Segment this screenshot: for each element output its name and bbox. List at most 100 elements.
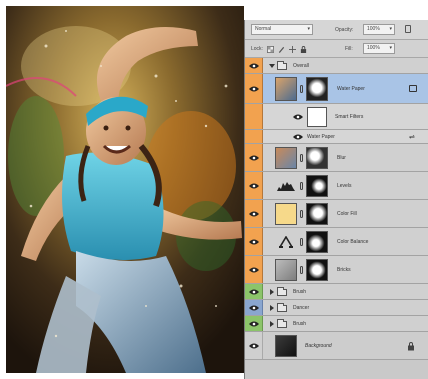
eye-icon bbox=[249, 305, 259, 311]
layer-row-dancer-group[interactable]: Dancer bbox=[245, 300, 428, 316]
visibility-toggle bbox=[245, 104, 263, 129]
layer-thumbnail bbox=[275, 147, 297, 169]
eye-icon[interactable] bbox=[293, 114, 303, 120]
layer-mask-thumbnail[interactable] bbox=[306, 203, 328, 225]
eye-icon bbox=[249, 343, 259, 349]
brush-lock-icon[interactable] bbox=[278, 46, 285, 53]
blend-mode-select[interactable]: Normal ▾ bbox=[251, 24, 313, 35]
chevron-down-icon: ▾ bbox=[307, 26, 310, 32]
folder-icon bbox=[277, 319, 287, 328]
layers-list: Overall Water Paper Smart Filters Water … bbox=[245, 58, 428, 360]
layer-row-water-paper[interactable]: Water Paper bbox=[245, 74, 428, 104]
fill-value: 100% bbox=[367, 45, 380, 51]
visibility-toggle[interactable] bbox=[245, 332, 263, 359]
layer-mask-thumbnail[interactable] bbox=[306, 231, 328, 253]
eye-icon[interactable] bbox=[293, 134, 303, 140]
layer-row-color-balance[interactable]: Color Balance bbox=[245, 228, 428, 256]
layer-name: Blur bbox=[337, 155, 346, 161]
layer-thumbnail bbox=[275, 77, 297, 101]
layers-panel: Normal ▾ Opacity: 100% ▾ Lock: Fill: 100 bbox=[244, 20, 428, 379]
eye-icon bbox=[249, 155, 259, 161]
layer-name: Bricks bbox=[337, 267, 351, 273]
eye-icon bbox=[249, 239, 259, 245]
visibility-toggle[interactable] bbox=[245, 316, 263, 331]
chain-link-icon[interactable] bbox=[300, 182, 303, 190]
expand-triangle-icon[interactable] bbox=[269, 64, 275, 68]
move-lock-icon[interactable] bbox=[289, 46, 296, 53]
layer-name: Dancer bbox=[293, 305, 310, 311]
chain-link-icon[interactable] bbox=[300, 210, 303, 218]
lock-label: Lock: bbox=[251, 46, 263, 52]
visibility-toggle[interactable] bbox=[245, 144, 263, 171]
eye-icon bbox=[249, 183, 259, 189]
folder-icon bbox=[277, 303, 287, 312]
document-canvas[interactable] bbox=[6, 6, 244, 373]
layer-name: Color Fill bbox=[337, 211, 357, 217]
levels-icon bbox=[277, 182, 295, 191]
layer-name: Overall bbox=[293, 63, 309, 69]
chain-link-icon[interactable] bbox=[300, 238, 303, 246]
eye-icon bbox=[249, 267, 259, 273]
transparency-lock-icon[interactable] bbox=[267, 46, 274, 53]
visibility-toggle[interactable] bbox=[245, 58, 263, 73]
fill-field[interactable]: 100% ▾ bbox=[363, 43, 395, 54]
eye-icon bbox=[249, 289, 259, 295]
panel-menu-icon[interactable] bbox=[405, 25, 411, 33]
visibility-toggle[interactable] bbox=[245, 74, 263, 103]
layer-thumbnail bbox=[275, 259, 297, 281]
layer-name: Levels bbox=[337, 183, 352, 189]
layer-name: Background bbox=[305, 343, 332, 349]
layer-row-brush-group[interactable]: Brush bbox=[245, 284, 428, 300]
layer-mask-thumbnail[interactable] bbox=[306, 147, 328, 169]
fill-label: Fill: bbox=[345, 46, 353, 52]
visibility-toggle[interactable] bbox=[245, 200, 263, 227]
layer-name: Color Balance bbox=[337, 239, 369, 245]
layer-name: Brush bbox=[293, 321, 307, 327]
layer-name: Brush bbox=[293, 289, 307, 295]
chain-link-icon[interactable] bbox=[300, 266, 303, 274]
layer-name: Water Paper bbox=[337, 86, 365, 92]
filter-options-icon[interactable]: ⇌ bbox=[409, 133, 415, 141]
layer-mask-thumbnail[interactable] bbox=[306, 259, 328, 281]
layer-mask-thumbnail[interactable] bbox=[306, 77, 328, 101]
opacity-value: 100% bbox=[367, 26, 380, 32]
layer-row-levels[interactable]: Levels bbox=[245, 172, 428, 200]
lock-fill-row: Lock: Fill: 100% ▾ bbox=[245, 40, 428, 58]
layer-mask-thumbnail[interactable] bbox=[306, 175, 328, 197]
lock-icon[interactable] bbox=[300, 46, 307, 53]
layer-row-blur[interactable]: Blur bbox=[245, 144, 428, 172]
expand-triangle-icon[interactable] bbox=[270, 289, 274, 295]
layer-name: Smart Filters bbox=[335, 114, 364, 120]
folder-icon bbox=[277, 287, 287, 296]
eye-icon bbox=[249, 321, 259, 327]
expand-triangle-icon[interactable] bbox=[270, 321, 274, 327]
visibility-toggle[interactable] bbox=[245, 228, 263, 255]
chevron-down-icon: ▾ bbox=[389, 45, 392, 51]
opacity-label: Opacity: bbox=[335, 27, 354, 33]
layer-row-overall-group[interactable]: Overall bbox=[245, 58, 428, 74]
eye-icon bbox=[249, 86, 259, 92]
lock-icon bbox=[408, 342, 414, 351]
smart-object-icon bbox=[409, 85, 417, 92]
filter-mask-thumbnail[interactable] bbox=[307, 107, 327, 127]
color-fill-swatch[interactable] bbox=[275, 203, 297, 225]
visibility-toggle[interactable] bbox=[245, 300, 263, 315]
layer-thumbnail bbox=[275, 335, 297, 357]
visibility-toggle[interactable] bbox=[245, 172, 263, 199]
chain-link-icon[interactable] bbox=[300, 85, 303, 93]
layer-row-color-fill[interactable]: Color Fill bbox=[245, 200, 428, 228]
layer-row-smart-filters[interactable]: Smart Filters bbox=[245, 104, 428, 130]
visibility-toggle[interactable] bbox=[245, 284, 263, 299]
layer-row-bricks[interactable]: Bricks bbox=[245, 256, 428, 284]
chevron-down-icon: ▾ bbox=[389, 26, 392, 32]
expand-triangle-icon[interactable] bbox=[270, 305, 274, 311]
eye-icon bbox=[249, 63, 259, 69]
layer-row-water-paper-filter[interactable]: Water Paper ⇌ bbox=[245, 130, 428, 144]
folder-icon bbox=[277, 61, 287, 70]
layer-row-brush-group-2[interactable]: Brush bbox=[245, 316, 428, 332]
visibility-toggle[interactable] bbox=[245, 256, 263, 283]
color-balance-icon bbox=[279, 236, 293, 248]
chain-link-icon[interactable] bbox=[300, 154, 303, 162]
layer-row-background[interactable]: Background bbox=[245, 332, 428, 360]
opacity-field[interactable]: 100% ▾ bbox=[363, 24, 395, 35]
